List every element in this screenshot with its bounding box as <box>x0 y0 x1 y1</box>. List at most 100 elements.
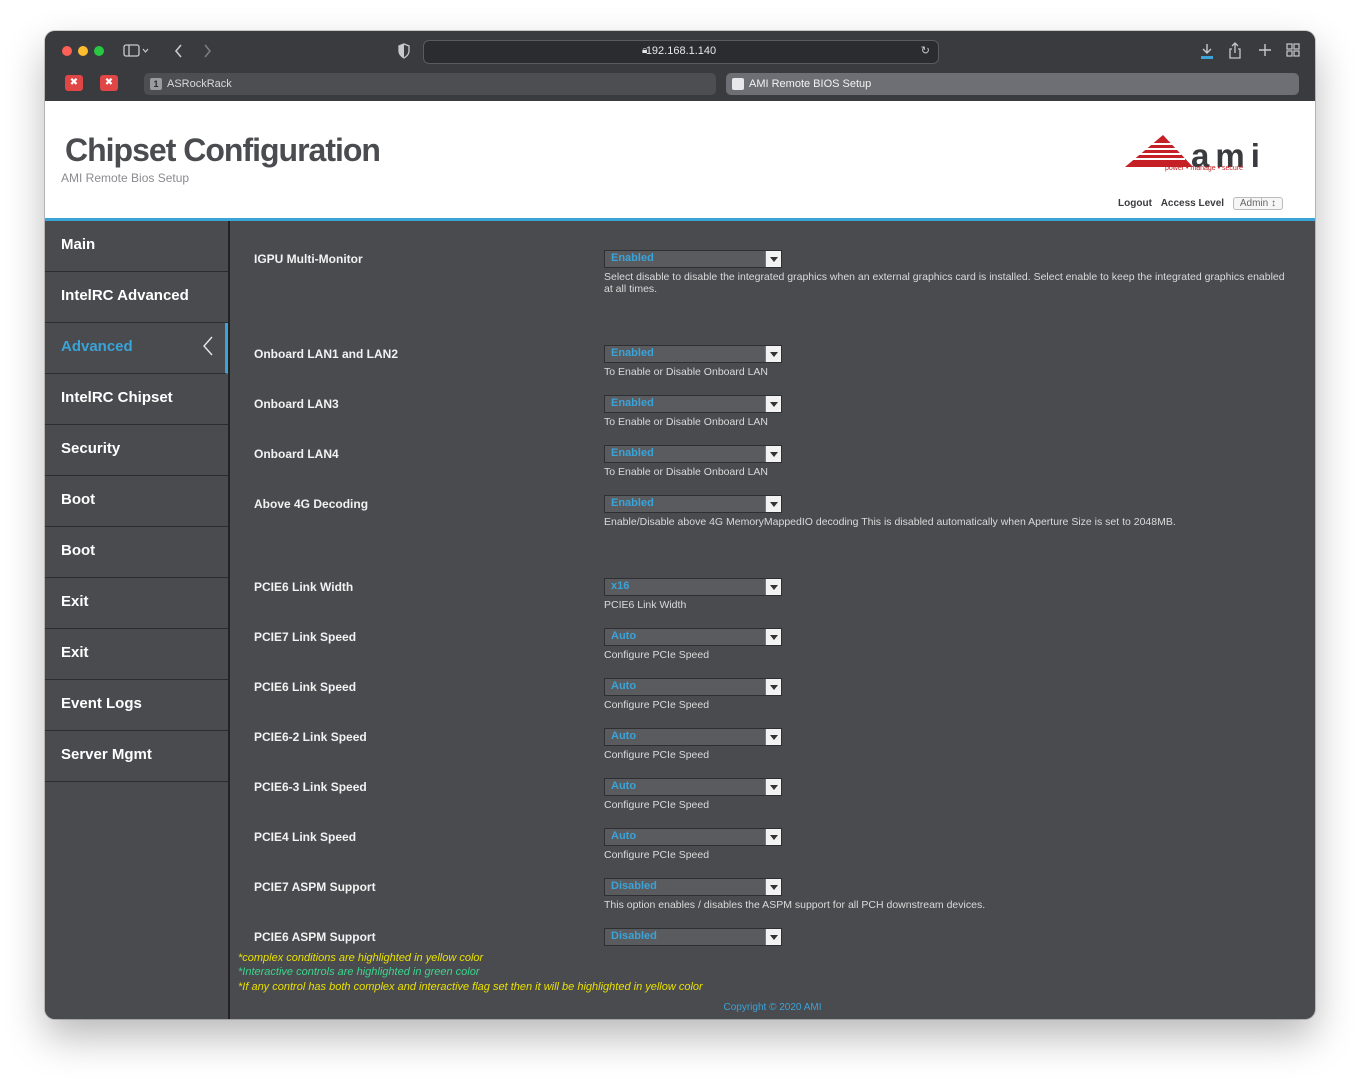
settings-panel: IGPU Multi-Monitor Enabled Select disabl… <box>230 221 1315 1019</box>
sidebar-item-advanced[interactable]: Advanced <box>45 323 228 374</box>
sidebar-item-event-logs[interactable]: Event Logs <box>45 680 228 731</box>
setting-label: PCIE7 Link Speed <box>254 630 357 644</box>
pcie6-link-width-select[interactable]: x16 <box>604 578 782 596</box>
legend-note-interactive: *Interactive controls are highlighted in… <box>238 966 480 978</box>
pcie4-link-speed-select[interactable]: Auto <box>604 828 782 846</box>
address-bar[interactable]: 🔒︎ 192.168.1.140 ↻ <box>423 40 939 64</box>
pcie6-link-speed-select[interactable]: Auto <box>604 678 782 696</box>
access-level-select[interactable]: Admin ↕ <box>1232 197 1283 210</box>
pcie6-2-link-speed-select[interactable]: Auto <box>604 728 782 746</box>
sidebar-item-label: Security <box>61 440 121 457</box>
sidebar-item-exit[interactable]: Exit <box>45 578 228 629</box>
setting-description: To Enable or Disable Onboard LAN <box>604 416 769 428</box>
setting-label: PCIE6 ASPM Support <box>254 930 376 944</box>
select-value: Enabled <box>611 252 654 264</box>
chevron-down-icon <box>765 346 781 362</box>
setting-label: Onboard LAN3 <box>254 397 339 411</box>
pcie6-aspm-support-select[interactable]: Disabled <box>604 928 782 946</box>
onboard-lan1-lan2-select[interactable]: Enabled <box>604 345 782 363</box>
setting-label: Onboard LAN1 and LAN2 <box>254 347 399 361</box>
sidebar-item-label: Server Mgmt <box>61 746 152 763</box>
sidebar-item-intelrc-chipset[interactable]: IntelRC Chipset <box>45 374 228 425</box>
chevron-down-icon <box>765 779 781 795</box>
setting-description: To Enable or Disable Onboard LAN <box>604 366 769 378</box>
sidebar-item-label: Advanced <box>61 338 133 355</box>
zoom-window-button[interactable] <box>94 46 104 56</box>
access-level-value: Admin <box>1239 198 1269 209</box>
url-text: 192.168.1.140 <box>645 45 717 57</box>
pinned-tab-icon[interactable]: ✖ <box>65 75 83 91</box>
sidebar-item-label: IntelRC Chipset <box>61 389 173 406</box>
igpu-multi-monitor-select[interactable]: Enabled <box>604 250 782 268</box>
sidebar-item-label: Exit <box>61 644 89 661</box>
logout-link[interactable]: Logout <box>1118 198 1152 209</box>
setting-label: PCIE6-2 Link Speed <box>254 730 367 744</box>
chevron-left-icon <box>203 336 213 356</box>
sidebar-item-main[interactable]: Main <box>45 221 228 272</box>
legend-note-complex: *complex conditions are highlighted in y… <box>238 952 484 964</box>
tab-number-badge: 1 <box>150 78 162 90</box>
browser-window: 🔒︎ 192.168.1.140 ↻ ✖ ✖ 1 ASRockRack AMI … <box>45 31 1315 1019</box>
onboard-lan3-select[interactable]: Enabled <box>604 395 782 413</box>
sidebar-item-label: Event Logs <box>61 695 142 712</box>
download-icon[interactable] <box>1200 42 1214 64</box>
select-value: Auto <box>611 630 637 642</box>
select-value: Enabled <box>611 497 654 509</box>
chevron-down-icon <box>765 446 781 462</box>
page-title: Chipset Configuration <box>65 132 381 168</box>
sidebar-item-server-mgmt[interactable]: Server Mgmt <box>45 731 228 782</box>
setting-description: PCIE6 Link Width <box>604 599 687 611</box>
setting-description: Configure PCIe Speed <box>604 749 710 761</box>
setting-label: IGPU Multi-Monitor <box>254 252 363 266</box>
pcie6-3-link-speed-select[interactable]: Auto <box>604 778 782 796</box>
close-window-button[interactable] <box>62 46 72 56</box>
privacy-shield-icon[interactable] <box>397 43 411 63</box>
setting-description: Select disable to disable the integrated… <box>604 271 1285 295</box>
sidebar-item-exit[interactable]: Exit <box>45 629 228 680</box>
minimize-window-button[interactable] <box>78 46 88 56</box>
chevron-down-icon <box>765 829 781 845</box>
setting-description: Configure PCIe Speed <box>604 699 710 711</box>
tab-asrockrack[interactable]: 1 ASRockRack <box>144 73 716 95</box>
browser-toolbar: 🔒︎ 192.168.1.140 ↻ ✖ ✖ 1 ASRockRack AMI … <box>45 31 1315 102</box>
chevron-down-icon <box>765 679 781 695</box>
chevron-down-icon <box>765 929 781 945</box>
chevron-down-icon <box>765 251 781 267</box>
select-value: Enabled <box>611 347 654 359</box>
chevron-down-icon <box>765 729 781 745</box>
pinned-tab-icon[interactable]: ✖ <box>100 75 118 91</box>
access-level-label: Access Level <box>1160 198 1225 209</box>
tab-ami-remote-bios[interactable]: AMI Remote BIOS Setup <box>726 73 1299 95</box>
page-header: Chipset Configuration AMI Remote Bios Se… <box>45 101 1315 221</box>
pcie7-link-speed-select[interactable]: Auto <box>604 628 782 646</box>
back-icon[interactable] <box>173 43 185 63</box>
setting-label: PCIE6-3 Link Speed <box>254 780 367 794</box>
onboard-lan4-select[interactable]: Enabled <box>604 445 782 463</box>
translate-reload-icon[interactable]: ↻ <box>921 44 930 57</box>
new-tab-icon[interactable] <box>1258 42 1272 62</box>
tab-label: AMI Remote BIOS Setup <box>749 78 872 90</box>
sidebar-item-security[interactable]: Security <box>45 425 228 476</box>
select-value: Auto <box>611 730 637 742</box>
tab-overview-icon[interactable] <box>1286 42 1300 62</box>
select-value: Enabled <box>611 447 654 459</box>
sidebar-item-label: Exit <box>61 593 89 610</box>
pcie7-aspm-support-select[interactable]: Disabled <box>604 878 782 896</box>
logo-tagline: power • manage • secure <box>1165 165 1244 172</box>
share-icon[interactable] <box>1228 42 1242 64</box>
tab-label: ASRockRack <box>167 78 232 90</box>
sidebar-item-boot[interactable]: Boot <box>45 527 228 578</box>
above-4g-decoding-select[interactable]: Enabled <box>604 495 782 513</box>
sidebar-item-label: IntelRC Advanced <box>61 287 189 304</box>
sidebar-toggle-icon[interactable] <box>123 43 149 63</box>
sidebar-item-boot[interactable]: Boot <box>45 476 228 527</box>
select-value: Auto <box>611 680 637 692</box>
chevron-down-icon <box>765 496 781 512</box>
setting-description: Configure PCIe Speed <box>604 849 710 861</box>
forward-icon[interactable] <box>201 43 213 63</box>
sidebar-item-intelrc-advanced[interactable]: IntelRC Advanced <box>45 272 228 323</box>
legend-note-both: *If any control has both complex and int… <box>238 981 703 993</box>
setting-description: Configure PCIe Speed <box>604 799 710 811</box>
setting-description: Configure PCIe Speed <box>604 649 710 661</box>
sidebar-nav: Main IntelRC Advanced Advanced IntelRC C… <box>45 221 230 1019</box>
